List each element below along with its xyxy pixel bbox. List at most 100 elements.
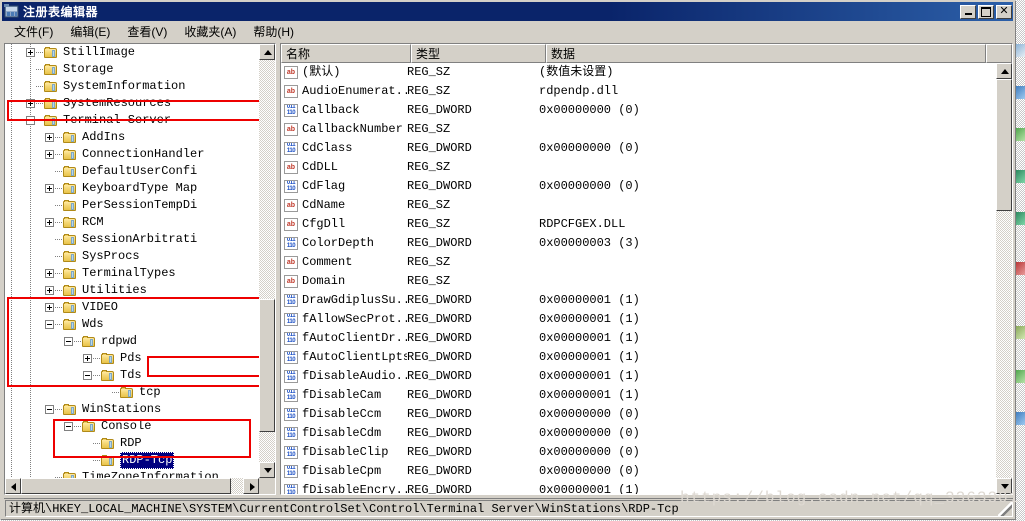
tree-node-label[interactable]: Console (101, 418, 151, 435)
tree-node-label[interactable]: DefaultUserConfi (82, 163, 197, 180)
tree-collapse-icon[interactable] (64, 422, 73, 431)
tree-expand-icon[interactable] (45, 269, 54, 278)
tree-collapse-icon[interactable] (64, 337, 73, 346)
tree-collapse-icon[interactable] (83, 371, 92, 380)
tree-node[interactable]: Pds (5, 350, 260, 367)
list-vertical-scrollbar[interactable] (996, 63, 1012, 494)
table-row[interactable]: 011 110 fAllowSecProt... REG_DWORD 0x0000000… (281, 310, 1012, 329)
tree-node[interactable]: Utilities (5, 282, 260, 299)
tree-node[interactable]: WinStations (5, 401, 260, 418)
tree-node[interactable]: DefaultUserConfi (5, 163, 260, 180)
menu-favorites[interactable]: 收藏夹(A) (177, 22, 243, 41)
table-row[interactable]: 011 110 CdFlag REG_DWORD 0x00000000 (0) (281, 177, 1012, 196)
tree-expand-icon[interactable] (45, 286, 54, 295)
registry-values-pane[interactable]: 名称 类型 数据 ab (默认) REG_SZ (数值未设置) ab AudioEnume… (280, 43, 1013, 495)
registry-tree-pane[interactable]: StillImage Storage SystemInformation System… (4, 43, 276, 495)
tree-node-label[interactable]: VIDEO (82, 299, 118, 316)
tree-node[interactable]: SystemResources (5, 95, 260, 112)
tree-node[interactable]: TimeZoneInformation (5, 469, 260, 478)
tree-node-label[interactable]: SysProcs (82, 248, 140, 265)
tree-node-label[interactable]: RCM (82, 214, 104, 231)
tree-node-label[interactable]: StillImage (63, 44, 135, 61)
tree-scroll-right-button[interactable] (243, 478, 259, 494)
tree-node[interactable]: SysProcs (5, 248, 260, 265)
tree-node-label[interactable]: Terminal Server (63, 112, 171, 129)
table-row[interactable]: 011 110 CdClass REG_DWORD 0x00000000 (0) (281, 139, 1012, 158)
tree-node-label-selected[interactable]: RDP-Tcp (120, 452, 175, 469)
list-scroll-down-button[interactable] (996, 478, 1012, 494)
table-row[interactable]: 011 110 DrawGdiplusSu... REG_DWORD 0x0000000… (281, 291, 1012, 310)
table-row[interactable]: ab AudioEnumerat... REG_SZ rdpendp.dll (281, 82, 1012, 101)
table-row[interactable]: 011 110 fDisableCam REG_DWORD 0x00000001 (1) (281, 386, 1012, 405)
tree-hscroll-thumb[interactable] (21, 478, 231, 494)
tree-node[interactable]: PerSessionTempDi (5, 197, 260, 214)
tree-node-label[interactable]: AddIns (82, 129, 125, 146)
tree-node[interactable]: SessionArbitrati (5, 231, 260, 248)
tree-node[interactable]: RDP (5, 435, 260, 452)
table-row[interactable]: ab CfgDll REG_SZ RDPCFGEX.DLL (281, 215, 1012, 234)
tree-node-label[interactable]: SystemResources (63, 95, 171, 112)
tree-scroll-thumb[interactable] (259, 299, 275, 432)
table-row[interactable]: 011 110 fDisableEncry... REG_DWORD 0x0000000… (281, 481, 1012, 494)
column-name[interactable]: 名称 (281, 44, 411, 63)
table-row[interactable]: ab CallbackNumber REG_SZ (281, 120, 1012, 139)
title-bar[interactable]: 注册表编辑器 ✕ (2, 2, 1013, 21)
tree-horizontal-scrollbar[interactable] (5, 478, 259, 494)
tree-node-label[interactable]: SystemInformation (63, 78, 185, 95)
tree-node-label[interactable]: ConnectionHandler (82, 146, 204, 163)
tree-node[interactable]: AddIns (5, 129, 260, 146)
tree-node[interactable]: Tds (5, 367, 260, 384)
tree-node[interactable]: Console (5, 418, 260, 435)
table-row[interactable]: ab CdDLL REG_SZ (281, 158, 1012, 177)
tree-node[interactable]: KeyboardType Map (5, 180, 260, 197)
table-row[interactable]: ab CdName REG_SZ (281, 196, 1012, 215)
tree-node-label[interactable]: tcp (139, 384, 161, 401)
table-row[interactable]: ab Comment REG_SZ (281, 253, 1012, 272)
tree-scroll-down-button[interactable] (259, 462, 275, 478)
tree-expand-icon[interactable] (45, 133, 54, 142)
tree-node-label[interactable]: SessionArbitrati (82, 231, 197, 248)
tree-node-label[interactable]: Wds (82, 316, 104, 333)
tree-node[interactable]: Storage (5, 61, 260, 78)
tree-node-label[interactable]: Pds (120, 350, 142, 367)
tree-node[interactable]: Wds (5, 316, 260, 333)
tree-node[interactable]: Terminal Server (5, 112, 260, 129)
tree-expand-icon[interactable] (45, 184, 54, 193)
tree-node-label[interactable]: Utilities (82, 282, 147, 299)
tree-node[interactable]: ConnectionHandler (5, 146, 260, 163)
tree-node-label[interactable]: KeyboardType Map (82, 180, 197, 197)
tree-node-label[interactable]: WinStations (82, 401, 161, 418)
tree-vertical-scrollbar[interactable] (259, 44, 275, 478)
list-scroll-thumb[interactable] (996, 79, 1012, 211)
list-scroll-up-button[interactable] (996, 63, 1012, 79)
tree-expand-icon[interactable] (83, 354, 92, 363)
maximize-button[interactable] (978, 4, 994, 19)
tree-node[interactable]: tcp (5, 384, 260, 401)
tree-node[interactable]: SystemInformation (5, 78, 260, 95)
tree-expand-icon[interactable] (26, 99, 35, 108)
column-type[interactable]: 类型 (411, 44, 546, 63)
table-row[interactable]: 011 110 fDisableCcm REG_DWORD 0x00000000 (0) (281, 405, 1012, 424)
tree-node-label[interactable]: rdpwd (101, 333, 137, 350)
table-row[interactable]: 011 110 ColorDepth REG_DWORD 0x00000003 (3) (281, 234, 1012, 253)
tree-node[interactable]: rdpwd (5, 333, 260, 350)
tree-collapse-icon[interactable] (45, 320, 54, 329)
tree-node[interactable]: TerminalTypes (5, 265, 260, 282)
table-row[interactable]: 011 110 fAutoClientDr... REG_DWORD 0x0000000… (281, 329, 1012, 348)
menu-help[interactable]: 帮助(H) (246, 22, 301, 41)
tree-expand-icon[interactable] (26, 48, 35, 57)
table-row[interactable]: ab Domain REG_SZ (281, 272, 1012, 291)
tree-node[interactable]: StillImage (5, 44, 260, 61)
tree-collapse-icon[interactable] (45, 405, 54, 414)
tree-node[interactable]: VIDEO (5, 299, 260, 316)
tree-node-label[interactable]: TerminalTypes (82, 265, 176, 282)
menu-file[interactable]: 文件(F) (7, 22, 60, 41)
tree-expand-icon[interactable] (45, 150, 54, 159)
tree-node-label[interactable]: Storage (63, 61, 113, 78)
tree-node-label[interactable]: TimeZoneInformation (82, 469, 219, 478)
tree-node-label[interactable]: PerSessionTempDi (82, 197, 197, 214)
table-row[interactable]: 011 110 Callback REG_DWORD 0x00000000 (0) (281, 101, 1012, 120)
minimize-button[interactable] (960, 4, 976, 19)
tree-node-label[interactable]: Tds (120, 367, 142, 384)
close-button[interactable]: ✕ (996, 4, 1012, 19)
